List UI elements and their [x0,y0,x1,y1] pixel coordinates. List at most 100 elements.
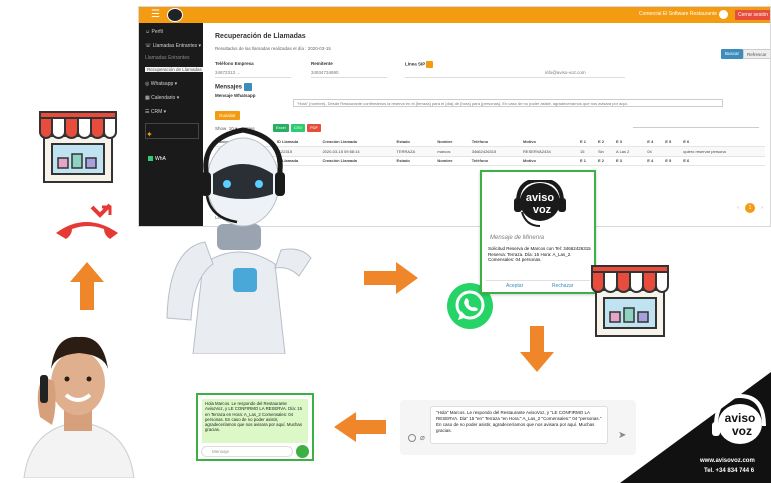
sidebar-item-llamadas[interactable]: ☏ Llamadas Entrantes ▾ [145,43,201,49]
app-logo [167,8,183,22]
cell-e6: quiero reservar persona [681,146,765,157]
flow-illustration: ☰ Comercial El Software Restaurante Cerr… [0,0,771,483]
messages-heading-text: Mensajes [215,84,243,91]
sip-line-text: Línea SIP [405,61,426,67]
attach-icon[interactable]: ⌀ [420,433,425,442]
microphone-icon[interactable] [296,445,309,458]
arrow-left-icon [334,412,386,442]
customer-photo [23,336,135,478]
th-e4[interactable]: E 4 [645,137,664,147]
accept-button[interactable]: Aceptar [506,283,523,289]
hang-up-phone-icon [56,203,118,239]
shop-icon [39,111,117,183]
th-motivo[interactable]: Motivo [521,137,578,147]
tf-nombre: Nombre [435,156,470,166]
search-button[interactable]: Buscar [721,49,744,59]
tf-e4: E 4 [645,156,664,166]
sidebar-item-label: Perfil [151,29,163,35]
notification-title: Mensaje de Minerva [490,235,545,241]
arrow-up-icon [70,262,104,310]
received-message-bubble: Hola Marcos. Le respondo del Restaurante… [202,399,308,443]
svg-text:aviso: aviso [526,192,554,204]
aviso-voz-logo: aviso voz [514,180,566,227]
divider [215,77,291,78]
sip-icon [426,61,434,68]
messages-heading: Mensajes [215,83,252,91]
tf-creacion: Creación Llamada [320,156,395,166]
cell-e4: 04 [645,146,664,157]
business-name: Comercial El Software Restaurante [639,11,718,17]
th-e1[interactable]: E 1 [577,137,596,147]
green-square-icon [148,156,153,162]
cell-creacion: 2020-03-15 09:58:14 [320,146,395,157]
th-nombre[interactable]: Nombre [435,137,470,147]
cell-motivo: RESERVA2434 [521,146,578,157]
email-field[interactable]: info@aviso-voz.com [545,70,586,75]
tf-telefono: Teléfono [469,156,522,166]
sidebar-subitem-recuperacion[interactable]: Recuperación de Llamadas [145,67,204,72]
sender-label: Remitente [311,61,333,66]
whatsapp-message-field[interactable]: "Hola" {nombre}. Desde Restaurante confi… [293,99,723,107]
sip-line-label: Línea SIP [405,61,434,68]
svg-text:aviso: aviso [725,411,756,425]
th-e5[interactable]: E 5 [663,137,682,147]
sidebar-item-perfil[interactable]: ☺ Perfil [145,29,163,35]
th-e6[interactable]: E 6 [681,137,765,147]
page-subtitle: Resultados de las llamadas realizadas el… [215,46,331,51]
cell-e2: Sin [596,146,615,157]
cell-e5 [663,146,682,157]
th-estado[interactable]: Estado [394,137,436,147]
refresh-button[interactable]: Refrescar [743,49,770,59]
company-phone-label: Teléfono Empresa [215,61,254,66]
sidebar-item-calendario[interactable]: ▦ Calendario ▾ [145,95,179,101]
tf-e2: E 2 [596,156,615,166]
th-telefono[interactable]: Teléfono [469,137,522,147]
sidebar-subitem-entrantes[interactable]: Llamadas Entrantes [145,55,189,61]
tf-estado: Estado [394,156,436,166]
pager-prev[interactable]: ‹ [733,203,743,213]
hamburger-icon[interactable]: ☰ [151,10,160,20]
th-e3[interactable]: E 3 [614,137,646,147]
th-e2[interactable]: E 2 [596,137,615,147]
brand-website[interactable]: www.avisovoz.com [700,458,755,464]
cell-e3: A Las 2 [614,146,646,157]
sender-field[interactable]: 34934734690 [311,70,339,75]
reject-button[interactable]: Rechazar [552,283,573,289]
divider [405,77,625,78]
svg-text:voz: voz [732,424,752,438]
pager-next[interactable]: › [757,203,767,213]
sidebar-item-label: Llamadas Entrantes [152,43,198,49]
robot-assistant-illustration [166,127,312,354]
brand-phone: Tel. +34 834 744 6 [704,468,755,474]
shop-icon [591,265,669,337]
sidebar-item-label: Whatsapp [150,81,174,87]
logout-button[interactable]: Cerrar sesión [735,10,770,20]
whatsapp-chat-panel: Hola Marcos. Le respondo del Restaurante… [196,393,314,461]
emoji-icon[interactable] [408,434,416,442]
compose-message-bubble[interactable]: "Hola" Marcos. Le respondo del Restauran… [430,406,608,444]
whatsapp-compose-panel: "Hola" Marcos. Le respondo del Restauran… [400,400,636,455]
message-input[interactable]: Mensaje [201,446,293,457]
tf-e1: E 1 [577,156,596,166]
th-creacion[interactable]: Creación Llamada [320,137,395,147]
sidebar-item-whatsapp[interactable]: ◎ Whatsapp ▾ [145,81,177,87]
sidebar-item-crm[interactable]: ☰ CRM ▾ [145,109,166,115]
top-bar: ☰ Comercial El Software Restaurante Cerr… [139,7,770,23]
company-phone-field[interactable]: 34672313 … [215,70,241,75]
tf-e5: E 5 [663,156,682,166]
user-avatar-icon[interactable] [719,10,728,19]
tf-e6: E 6 [681,156,765,166]
table-search-input[interactable] [633,127,759,128]
arrow-down-icon [520,326,554,372]
cell-telefono: 34662426315 [469,146,522,157]
whatsapp-message-label: Mensaje Whatsapp [215,93,256,98]
sidebar-item-label: CRM [150,109,163,115]
svg-text:voz: voz [533,204,552,216]
cell-estado: TERRAZA [394,146,436,157]
arrow-right-icon [364,262,418,294]
fire-icon: ✦ [146,130,153,139]
sidebar-item-label: Calendario [151,95,176,101]
cell-nombre: marcos [435,146,470,157]
divider [311,77,387,78]
pager-current[interactable]: 1 [745,203,755,213]
